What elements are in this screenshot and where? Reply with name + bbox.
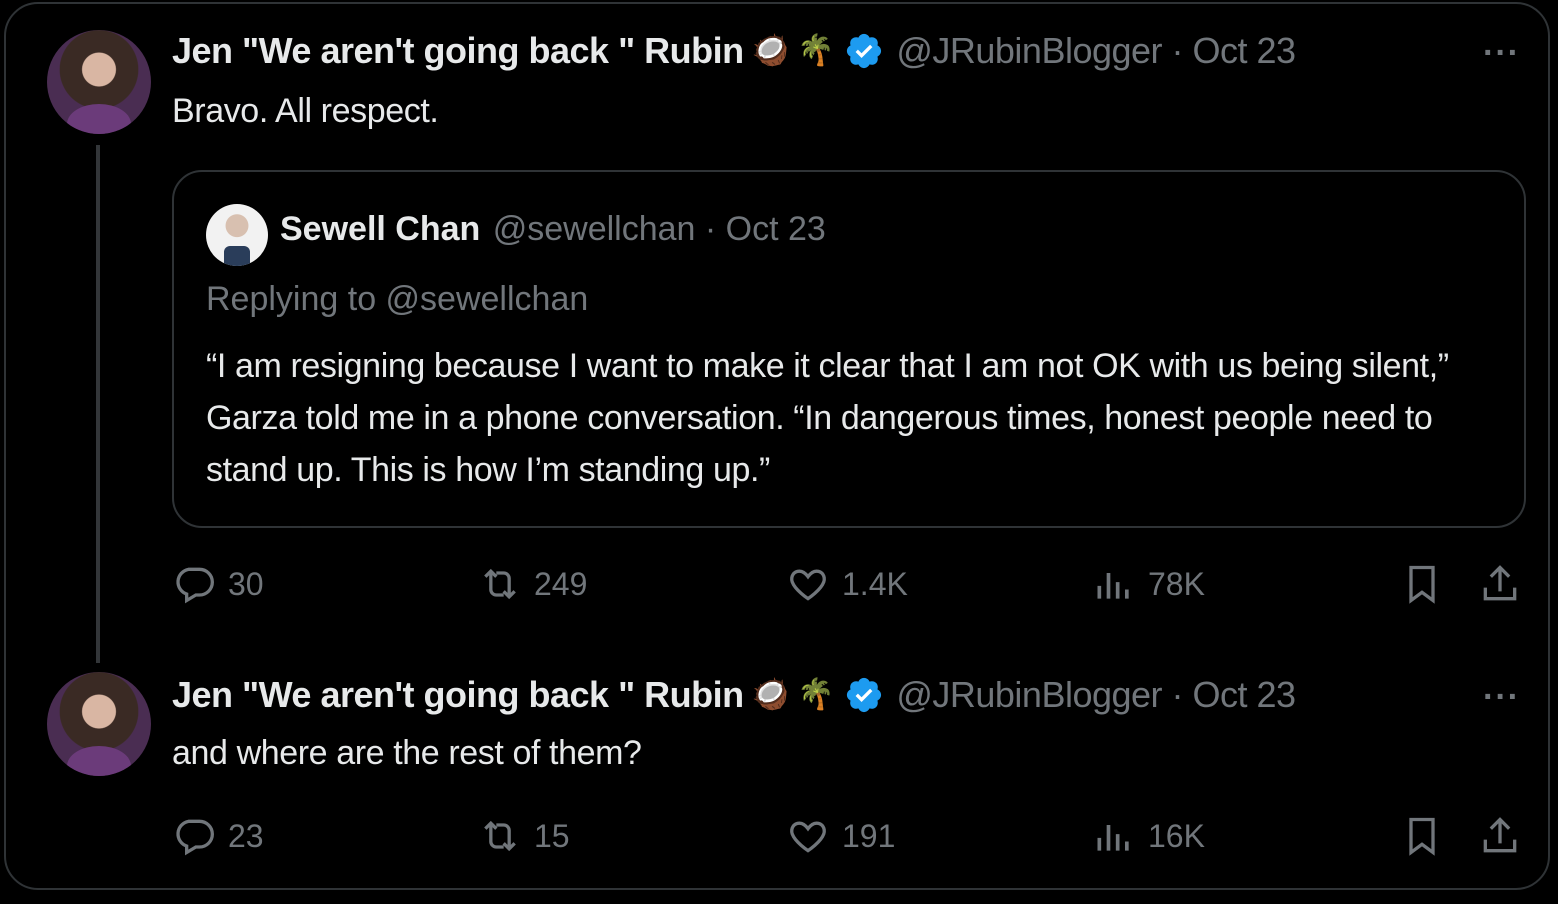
tweet-header: Jen "We aren't going back " Rubin 🥥 🌴 @J… bbox=[172, 30, 1296, 72]
heart-icon bbox=[790, 821, 826, 853]
avatar[interactable] bbox=[47, 672, 151, 776]
heart-icon bbox=[790, 569, 826, 601]
views-count: 16K bbox=[1148, 817, 1205, 854]
avatar[interactable] bbox=[47, 30, 151, 134]
reply-count: 30 bbox=[228, 565, 264, 602]
reply-button[interactable]: 23 bbox=[172, 814, 264, 858]
handle-time[interactable]: @JRubinBlogger · Oct 23 bbox=[896, 30, 1296, 72]
replying-to: Replying to @sewellchan bbox=[206, 280, 589, 318]
author-name[interactable]: Jen "We aren't going back " Rubin bbox=[172, 30, 744, 72]
reply-icon bbox=[176, 567, 214, 604]
repost-button[interactable]: 249 bbox=[478, 562, 587, 606]
verified-badge-icon[interactable] bbox=[844, 675, 884, 715]
coconut-emoji: 🥥 bbox=[751, 34, 789, 67]
quoted-avatar bbox=[206, 204, 268, 266]
share-button[interactable] bbox=[1478, 814, 1522, 863]
like-count: 191 bbox=[842, 817, 896, 854]
quoted-author-name: Sewell Chan bbox=[280, 210, 481, 248]
action-bar: 23 15 191 16K bbox=[172, 814, 1522, 864]
share-button[interactable] bbox=[1478, 562, 1522, 611]
views-count: 78K bbox=[1148, 565, 1205, 602]
action-bar: 30 249 1.4K 78K bbox=[172, 562, 1522, 612]
palm-tree-emoji: 🌴 bbox=[796, 678, 835, 711]
coconut-emoji: 🥥 bbox=[751, 678, 789, 711]
repost-icon bbox=[484, 568, 516, 600]
quoted-handle-time: @sewellchan · Oct 23 bbox=[492, 210, 826, 248]
views-icon bbox=[1097, 573, 1129, 599]
handle-time[interactable]: @JRubinBlogger · Oct 23 bbox=[896, 674, 1296, 716]
more-options-icon[interactable]: ··· bbox=[1483, 678, 1520, 717]
palm-tree-emoji: 🌴 bbox=[796, 34, 835, 67]
repost-icon bbox=[484, 820, 516, 852]
share-icon bbox=[1483, 565, 1517, 601]
views-button[interactable]: 78K bbox=[1092, 562, 1205, 606]
tweet-header: Jen "We aren't going back " Rubin 🥥 🌴 @J… bbox=[172, 674, 1296, 716]
share-icon bbox=[1483, 817, 1517, 853]
views-icon bbox=[1097, 825, 1129, 851]
thread-line bbox=[96, 145, 100, 663]
like-button[interactable]: 1.4K bbox=[786, 562, 908, 606]
quoted-tweet[interactable]: Sewell Chan @sewellchan · Oct 23 Replyin… bbox=[172, 170, 1526, 528]
bookmark-icon bbox=[1409, 817, 1435, 856]
repost-count: 15 bbox=[534, 817, 570, 854]
like-button[interactable]: 191 bbox=[786, 814, 895, 858]
more-options-icon[interactable]: ··· bbox=[1483, 34, 1520, 73]
repost-count: 249 bbox=[534, 565, 588, 602]
quoted-body: “I am resigning because I want to make i… bbox=[206, 347, 1449, 489]
repost-button[interactable]: 15 bbox=[478, 814, 570, 858]
reply-count: 23 bbox=[228, 817, 264, 854]
like-count: 1.4K bbox=[842, 565, 908, 602]
bookmark-button[interactable] bbox=[1400, 562, 1444, 611]
tweet-text: Bravo. All respect. bbox=[172, 92, 439, 130]
reply-button[interactable]: 30 bbox=[172, 562, 264, 606]
author-name[interactable]: Jen "We aren't going back " Rubin bbox=[172, 674, 744, 716]
views-button[interactable]: 16K bbox=[1092, 814, 1205, 858]
bookmark-button[interactable] bbox=[1400, 814, 1444, 863]
tweet-text: and where are the rest of them? bbox=[172, 734, 642, 772]
reply-icon bbox=[176, 819, 214, 856]
bookmark-icon bbox=[1409, 565, 1435, 604]
quoted-header: Sewell Chan @sewellchan · Oct 23 bbox=[280, 210, 826, 249]
verified-badge-icon[interactable] bbox=[844, 31, 884, 71]
